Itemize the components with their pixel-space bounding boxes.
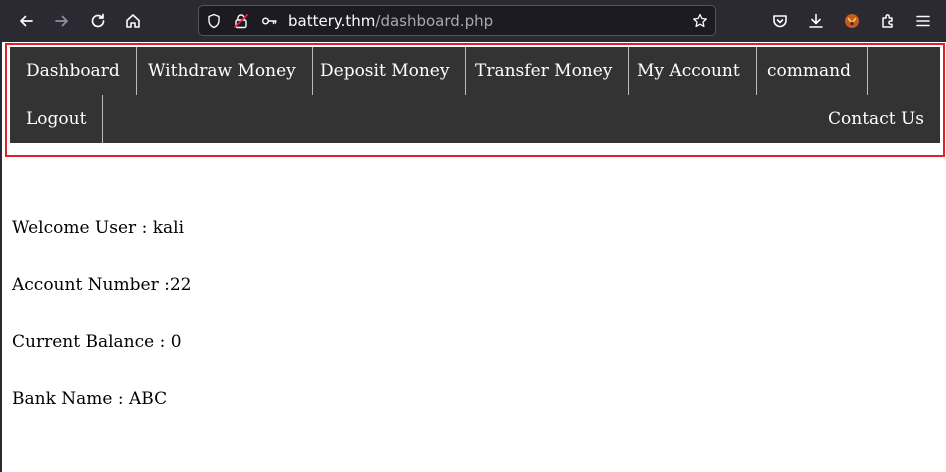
account-number-text: Account Number :22 bbox=[12, 275, 192, 295]
nav-transfer-money[interactable]: Transfer Money bbox=[459, 47, 630, 95]
back-button[interactable] bbox=[11, 6, 41, 36]
nav-deposit-money[interactable]: Deposit Money bbox=[304, 47, 467, 95]
bank-name-text: Bank Name : ABC bbox=[12, 389, 168, 409]
home-icon bbox=[126, 14, 140, 28]
nav-my-account[interactable]: My Account bbox=[621, 47, 757, 95]
current-balance-text: Current Balance : 0 bbox=[12, 332, 182, 352]
app-menu-button[interactable] bbox=[908, 6, 938, 36]
nav-withdraw-money[interactable]: Withdraw Money bbox=[132, 47, 313, 95]
download-button[interactable] bbox=[801, 6, 831, 36]
download-icon bbox=[809, 13, 823, 28]
key-icon[interactable] bbox=[260, 12, 278, 30]
bookmark-star-icon[interactable] bbox=[691, 12, 709, 30]
menu-icon bbox=[916, 15, 930, 27]
navbar: Dashboard Withdraw Money Deposit Money T… bbox=[10, 47, 940, 143]
reload-icon bbox=[91, 13, 105, 28]
browser-toolbar: battery.thm/dashboard.php bbox=[0, 0, 946, 42]
puzzle-icon bbox=[882, 14, 893, 28]
lock-insecure-icon[interactable] bbox=[232, 12, 250, 30]
welcome-text: Welcome User : kali bbox=[12, 218, 185, 238]
page-content: Dashboard Withdraw Money Deposit Money T… bbox=[0, 42, 946, 472]
nav-command[interactable]: command bbox=[751, 47, 868, 95]
nav-contact-us[interactable]: Contact Us bbox=[812, 95, 940, 143]
extension-button[interactable] bbox=[837, 6, 867, 36]
url-path: /dashboard.php bbox=[375, 12, 494, 30]
back-icon bbox=[20, 15, 33, 27]
extension-icon bbox=[845, 14, 859, 28]
reload-button[interactable] bbox=[83, 6, 113, 36]
pocket-button[interactable] bbox=[765, 6, 795, 36]
pocket-icon bbox=[773, 15, 787, 28]
shield-icon[interactable] bbox=[205, 12, 223, 30]
nav-logout[interactable]: Logout bbox=[10, 95, 104, 143]
home-button[interactable] bbox=[118, 6, 148, 36]
url-text[interactable]: battery.thm/dashboard.php bbox=[288, 12, 493, 30]
address-bar[interactable]: battery.thm/dashboard.php bbox=[198, 5, 716, 36]
url-host: battery.thm bbox=[288, 12, 376, 30]
nav-dashboard[interactable]: Dashboard bbox=[10, 47, 137, 95]
extensions-menu-button[interactable] bbox=[873, 6, 903, 36]
forward-button[interactable] bbox=[47, 6, 77, 36]
forward-icon bbox=[55, 15, 68, 27]
